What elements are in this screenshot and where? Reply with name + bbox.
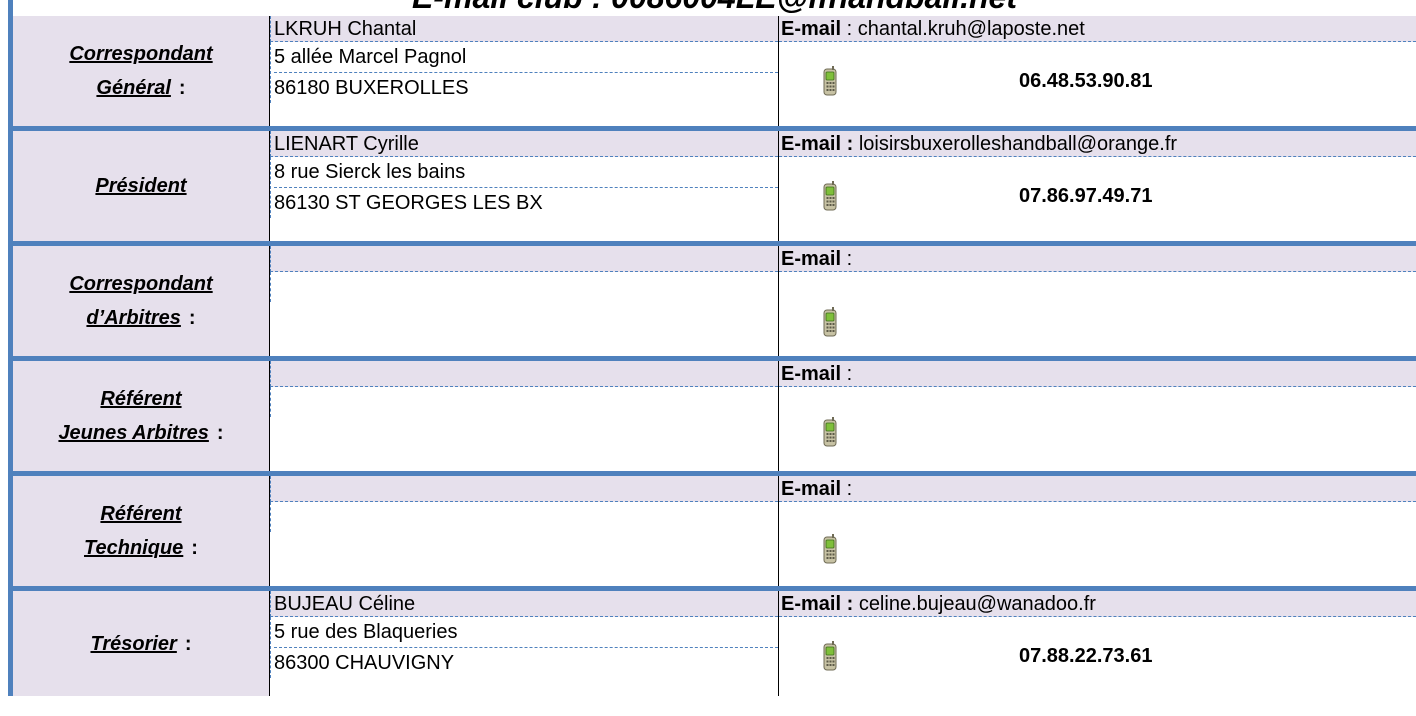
contact-details-cell	[270, 476, 779, 586]
phone-number[interactable]: 07.88.22.73.61	[1019, 645, 1152, 668]
contact-row: Correspondant Général: LKRUH Chantal 5 allé…	[8, 16, 1416, 131]
role-cell: Trésorier:	[13, 591, 270, 696]
role-label-line: Correspondant	[69, 273, 213, 295]
contact-row: Trésorier: BUJEAU Céline 5 rue des Blaquer…	[8, 591, 1416, 696]
email-separator: :	[841, 363, 853, 385]
contact-address: 8 rue Sierck les bains 86130 ST GEORGES L…	[270, 157, 778, 218]
mobile-phone-icon	[823, 307, 837, 337]
contact-row: Référent Jeunes Arbitres: E-mail :	[8, 361, 1416, 476]
address-line: 86130 ST GEORGES LES BX	[274, 192, 543, 214]
contact-address	[270, 272, 778, 302]
phone-number[interactable]: 07.86.97.49.71	[1019, 185, 1152, 208]
mobile-phone-icon	[823, 641, 837, 671]
contact-name	[270, 476, 778, 502]
contact-name: BUJEAU Céline	[270, 591, 778, 617]
role-label-line: Référent	[100, 388, 182, 410]
contact-means-cell: E-mail :	[779, 246, 1416, 356]
mobile-phone-icon	[823, 534, 837, 564]
contact-means-cell: E-mail :	[779, 476, 1416, 586]
email-label: E-mail	[781, 478, 842, 500]
email-label: E-mail	[781, 248, 842, 270]
contact-row: Référent Technique: E-mail :	[8, 476, 1416, 591]
contact-address	[270, 502, 778, 532]
contact-address	[270, 387, 778, 417]
email-separator: :	[841, 593, 859, 615]
role-label-line: Jeunes Arbitres:	[58, 422, 224, 444]
contact-name	[270, 246, 778, 272]
contact-means-cell: E-mail : celine.bujeau@wanadoo.fr 07.88.2…	[779, 591, 1416, 696]
email-separator: :	[841, 133, 859, 155]
mobile-phone-icon	[823, 66, 837, 96]
role-label-line: Référent	[100, 503, 182, 525]
address-line	[274, 502, 778, 532]
mobile-phone-icon	[823, 417, 837, 447]
contact-details-cell: LKRUH Chantal 5 allée Marcel Pagnol 86180 …	[270, 16, 779, 126]
email-address[interactable]: loisirsbuxerolleshandball@orange.fr	[859, 133, 1177, 155]
contact-means-cell: E-mail :	[779, 361, 1416, 471]
mobile-phone-icon	[823, 181, 837, 211]
contact-details-cell: LIENART Cyrille 8 rue Sierck les bains 861…	[270, 131, 779, 241]
contact-details-cell	[270, 361, 779, 471]
role-label-line: Général:	[96, 77, 186, 99]
address-line: 5 allée Marcel Pagnol	[274, 42, 778, 73]
role-label-line: d’Arbitres:	[86, 307, 196, 329]
role-cell: Correspondant Général:	[13, 16, 270, 126]
email-separator: :	[841, 478, 853, 500]
title-strip: E-mail club : 0086004LE@ffhandball.net	[8, 0, 1416, 16]
email-separator: :	[841, 248, 853, 270]
contact-row: Président LIENART Cyrille 8 rue Sierck les…	[8, 131, 1416, 246]
contact-address: 5 allée Marcel Pagnol 86180 BUXEROLLES	[270, 42, 778, 103]
email-line: E-mail : celine.bujeau@wanadoo.fr	[779, 591, 1416, 617]
page-title: E-mail club : 0086004LE@ffhandball.net	[13, 0, 1416, 16]
address-line: 86300 CHAUVIGNY	[274, 652, 455, 674]
contact-details-cell	[270, 246, 779, 356]
email-label: E-mail	[781, 363, 842, 385]
contact-details-cell: BUJEAU Céline 5 rue des Blaqueries 86300 C…	[270, 591, 779, 696]
email-line: E-mail :	[779, 361, 1416, 387]
address-line: 86180 BUXEROLLES	[274, 77, 469, 99]
address-line: 8 rue Sierck les bains	[274, 157, 778, 188]
contact-name: LKRUH Chantal	[270, 16, 778, 42]
contact-means-cell: E-mail : chantal.kruh@laposte.net 06.48.5…	[779, 16, 1416, 126]
address-line	[274, 387, 778, 417]
role-cell: Président	[13, 131, 270, 241]
role-label-line: Correspondant	[69, 43, 213, 65]
role-colon: :	[216, 422, 224, 444]
address-line	[274, 272, 778, 302]
address-line: 5 rue des Blaqueries	[274, 617, 778, 648]
role-colon: :	[188, 307, 196, 329]
email-separator: :	[841, 18, 858, 40]
contact-name	[270, 361, 778, 387]
phone-number[interactable]: 06.48.53.90.81	[1019, 70, 1152, 93]
contact-name: LIENART Cyrille	[270, 131, 778, 157]
email-line: E-mail :	[779, 246, 1416, 272]
email-address[interactable]: celine.bujeau@wanadoo.fr	[859, 593, 1096, 615]
contact-means-cell: E-mail : loisirsbuxerolleshandball@orang…	[779, 131, 1416, 241]
email-line: E-mail : chantal.kruh@laposte.net	[779, 16, 1416, 42]
contact-row: Correspondant d’Arbitres: E-mail :	[8, 246, 1416, 361]
email-label: E-mail	[781, 18, 842, 40]
email-line: E-mail :	[779, 476, 1416, 502]
role-label-line: Président	[95, 175, 187, 197]
role-label-line: Trésorier:	[90, 632, 192, 655]
role-cell: Référent Technique:	[13, 476, 270, 586]
contacts-table: Correspondant Général: LKRUH Chantal 5 allé…	[8, 16, 1416, 696]
role-colon: :	[184, 632, 192, 655]
role-colon: :	[178, 77, 186, 99]
role-cell: Correspondant d’Arbitres:	[13, 246, 270, 356]
contact-address: 5 rue des Blaqueries 86300 CHAUVIGNY	[270, 617, 778, 678]
email-line: E-mail : loisirsbuxerolleshandball@orang…	[779, 131, 1416, 157]
role-label-line: Technique:	[84, 537, 198, 559]
email-address[interactable]: chantal.kruh@laposte.net	[858, 18, 1085, 40]
email-label: E-mail	[781, 593, 842, 615]
role-cell: Référent Jeunes Arbitres:	[13, 361, 270, 471]
role-colon: :	[191, 537, 198, 559]
email-label: E-mail	[781, 133, 842, 155]
